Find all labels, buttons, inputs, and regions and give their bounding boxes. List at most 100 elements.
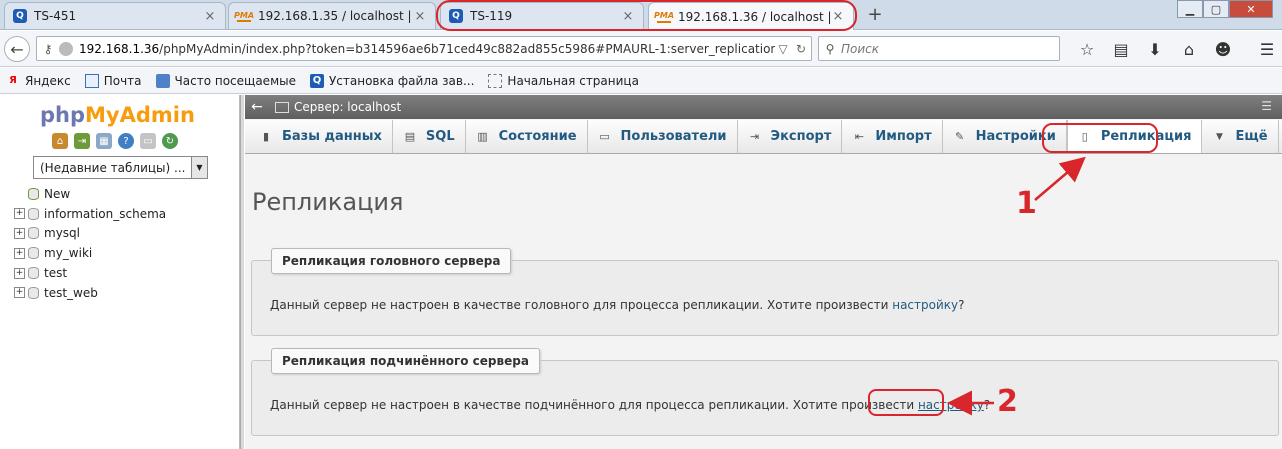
tree-item-label: New [44,186,71,201]
logo-myadmin: MyAdmin [85,103,195,127]
reload-icon[interactable]: ↻ [791,42,811,56]
tab-title: 192.168.1.36 / localhost | p... [678,9,831,24]
search-input[interactable]: ⚲ Поиск [818,36,1060,61]
tree-item-database[interactable]: + my_wiki [14,243,166,263]
tree-item-database[interactable]: + mysql [14,224,166,244]
slave-suffix: ? [983,398,991,412]
docs-icon[interactable]: ▭ [140,133,156,149]
close-icon[interactable]: × [831,9,845,24]
bookmarks-bar: Я Яндекс Почта Часто посещаемые Q Устано… [0,68,1282,94]
magnifier-icon: ⚲ [825,41,835,56]
server-icon [275,101,289,113]
bookmark-mail[interactable]: Почта [84,73,142,88]
tab-more[interactable]: ▼ Ещё [1202,120,1279,153]
master-configure-link[interactable]: настройку [892,298,958,312]
maximize-icon[interactable]: ▢ [1203,0,1229,18]
tab-users[interactable]: ▭ Пользователи [588,120,738,153]
expand-plus-icon[interactable]: + [14,267,25,279]
expand-plus-icon[interactable]: + [14,287,25,299]
minimize-icon[interactable]: ▁ [1177,0,1203,18]
recent-tables-select[interactable]: (Недавние таблицы) ... ▼ [33,156,208,179]
window-close-icon[interactable]: ✕ [1229,0,1273,18]
reload-icon[interactable]: ↻ [162,133,178,149]
tree-item-new[interactable]: New [14,184,166,204]
tab-export[interactable]: ⇥ Экспорт [738,120,843,153]
exit-icon[interactable]: ⇥ [74,133,90,149]
help-icon[interactable]: ? [118,133,134,149]
panel-resize-handle[interactable] [240,95,244,449]
sql-icon: ▤ [404,130,416,143]
close-icon[interactable]: × [203,9,217,24]
collapse-icon[interactable]: ☰ [1261,99,1272,113]
expand-plus-icon[interactable]: + [14,227,25,239]
sql-query-icon[interactable]: ▦ [96,133,112,149]
master-replication-text: Данный сервер не настроен в качестве гол… [270,298,965,312]
qnap-icon: Q [449,9,463,23]
close-icon[interactable]: × [621,9,635,24]
home-icon[interactable]: ⌂ [1172,40,1206,59]
window-controls: ▁ ▢ ✕ [1177,0,1273,20]
bookmark-label: Установка файла зав... [328,73,475,88]
bookmark-yandex[interactable]: Я Яндекс [6,74,71,88]
tree-item-label: mysql [44,226,80,241]
wrench-icon: ✎ [955,130,965,143]
tab-replication[interactable]: ▯ Репликация [1066,120,1203,153]
tab-label: Импорт [875,129,932,144]
toolbar-icons: ☆ ▤ ⬇ ⌂ ☻ ☰ [1070,31,1282,67]
url-bar[interactable]: ⚷ 192.168.1.36/phpMyAdmin/index.php?toke… [36,36,812,61]
star-icon[interactable]: ☆ [1070,40,1104,59]
bookmark-install-file[interactable]: Q Установка файла зав... [309,73,475,88]
slave-replication-legend: Репликация подчинённого сервера [271,348,540,374]
bookmark-most-visited[interactable]: Часто посещаемые [155,73,296,88]
annotation-number-2: 2 [997,384,1018,419]
tree-item-database[interactable]: + test_web [14,283,166,303]
browser-tab-ts451[interactable]: Q TS-451 × [4,2,226,29]
bookmark-label: Часто посещаемые [174,73,296,88]
reading-list-icon[interactable]: ▤ [1104,40,1138,59]
tree-item-database[interactable]: + test [14,263,166,283]
browser-tab-pma-35[interactable]: PMA 192.168.1.35 / localhost | p... × [228,2,436,29]
dropdown-triangle-icon[interactable]: ▽ [775,42,791,56]
export-icon: ⇥ [749,130,760,143]
recent-tables-value: (Недавние таблицы) ... [40,160,186,175]
download-icon[interactable]: ⬇ [1138,40,1172,59]
smiley-icon[interactable]: ☻ [1206,40,1240,59]
tab-databases[interactable]: ▮ Базы данных [249,120,393,153]
pma-top-tabs: ▮ Базы данных ▤ SQL ▥ Состояние ▭ Пользо… [245,120,1282,154]
expand-plus-icon[interactable]: + [14,208,25,220]
url-path: /phpMyAdmin/index.php?token=b314596ae6b7… [159,41,775,56]
tab-label: Репликация [1100,129,1192,144]
new-database-icon [28,187,39,200]
bookmark-label: Почта [103,73,142,88]
breadcrumb-server[interactable]: Сервер: localhost [294,100,401,114]
tab-label: Настройки [975,129,1056,144]
home-icon[interactable]: ⌂ [52,133,68,149]
chevron-down-icon[interactable]: ▼ [191,157,207,178]
tab-import[interactable]: ⇤ Импорт [842,120,943,153]
tree-item-database[interactable]: + information_schema [14,204,166,224]
tab-title: 192.168.1.35 / localhost | p... [258,9,413,23]
browser-tab-pma-36[interactable]: PMA 192.168.1.36 / localhost | p... × [648,2,854,30]
back-arrow-icon[interactable]: ← [245,99,269,115]
yandex-icon: Я [9,75,17,86]
new-tab-button[interactable]: + [864,4,886,26]
tab-label: SQL [425,129,455,144]
bookmark-start-page[interactable]: Начальная страница [488,73,639,88]
slave-configure-link[interactable]: настройку [918,398,984,412]
menu-icon[interactable]: ☰ [1250,40,1282,59]
mail-icon [84,73,99,88]
tab-status[interactable]: ▥ Состояние [466,120,588,153]
master-replication-legend: Репликация головного сервера [271,248,512,274]
browser-tab-ts119[interactable]: Q TS-119 × [440,2,644,29]
import-icon: ⇤ [854,130,864,143]
pma-logo[interactable]: phpMyAdmin [40,103,195,127]
master-message: Данный сервер не настроен в качестве гол… [270,298,893,312]
tab-settings[interactable]: ✎ Настройки [943,120,1067,153]
tab-sql[interactable]: ▤ SQL [393,120,466,153]
pma-icon: PMA [654,11,674,23]
expand-plus-icon[interactable]: + [14,247,25,259]
tab-label: Пользователи [620,129,727,144]
close-icon[interactable]: × [413,9,427,24]
database-icon [28,247,39,260]
back-arrow-icon[interactable]: ← [4,36,30,62]
